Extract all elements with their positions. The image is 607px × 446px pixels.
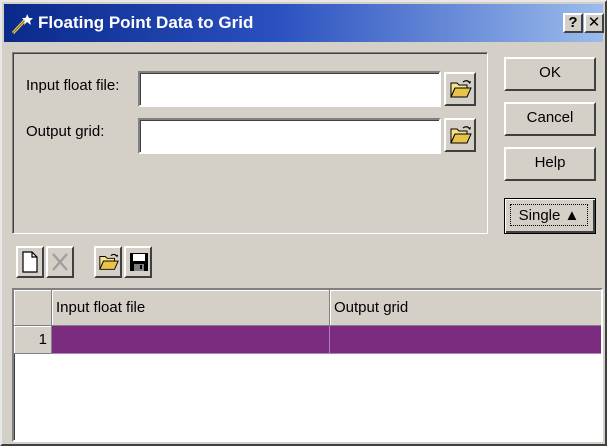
open-button[interactable] <box>94 246 122 278</box>
single-button-label: Single ▲ <box>510 204 588 226</box>
delete-row-button[interactable] <box>46 246 74 278</box>
wand-icon <box>10 13 34 35</box>
input-float-file-label: Input float file: <box>26 77 120 94</box>
single-mode-button[interactable]: Single ▲ <box>504 198 596 234</box>
output-browse-button[interactable] <box>444 118 476 152</box>
table-cell-output-grid[interactable] <box>330 326 601 354</box>
output-grid-label: Output grid: <box>26 123 105 140</box>
input-float-file-field[interactable] <box>138 71 441 107</box>
window-title: Floating Point Data to Grid <box>38 13 254 32</box>
table-cell-input-float-file[interactable] <box>52 326 330 354</box>
grid-corner-header <box>14 290 52 326</box>
file-grid[interactable]: Input float file Output grid 1 <box>12 288 603 442</box>
context-help-button[interactable]: ? <box>563 13 583 33</box>
new-row-button[interactable] <box>16 246 44 278</box>
save-button[interactable] <box>124 246 152 278</box>
ok-button[interactable]: OK <box>504 57 596 91</box>
row-number[interactable]: 1 <box>14 326 52 354</box>
input-browse-button[interactable] <box>444 72 476 106</box>
dialog-window: Floating Point Data to Grid ? ✕ Input fl… <box>0 0 607 446</box>
column-header-input-float-file[interactable]: Input float file <box>52 290 330 326</box>
output-grid-field[interactable] <box>138 118 441 154</box>
close-button[interactable]: ✕ <box>584 13 604 33</box>
column-header-output-grid[interactable]: Output grid <box>330 290 601 326</box>
cancel-button[interactable]: Cancel <box>504 102 596 136</box>
title-bar[interactable]: Floating Point Data to Grid ? ✕ <box>4 4 604 42</box>
help-button[interactable]: Help <box>504 147 596 181</box>
